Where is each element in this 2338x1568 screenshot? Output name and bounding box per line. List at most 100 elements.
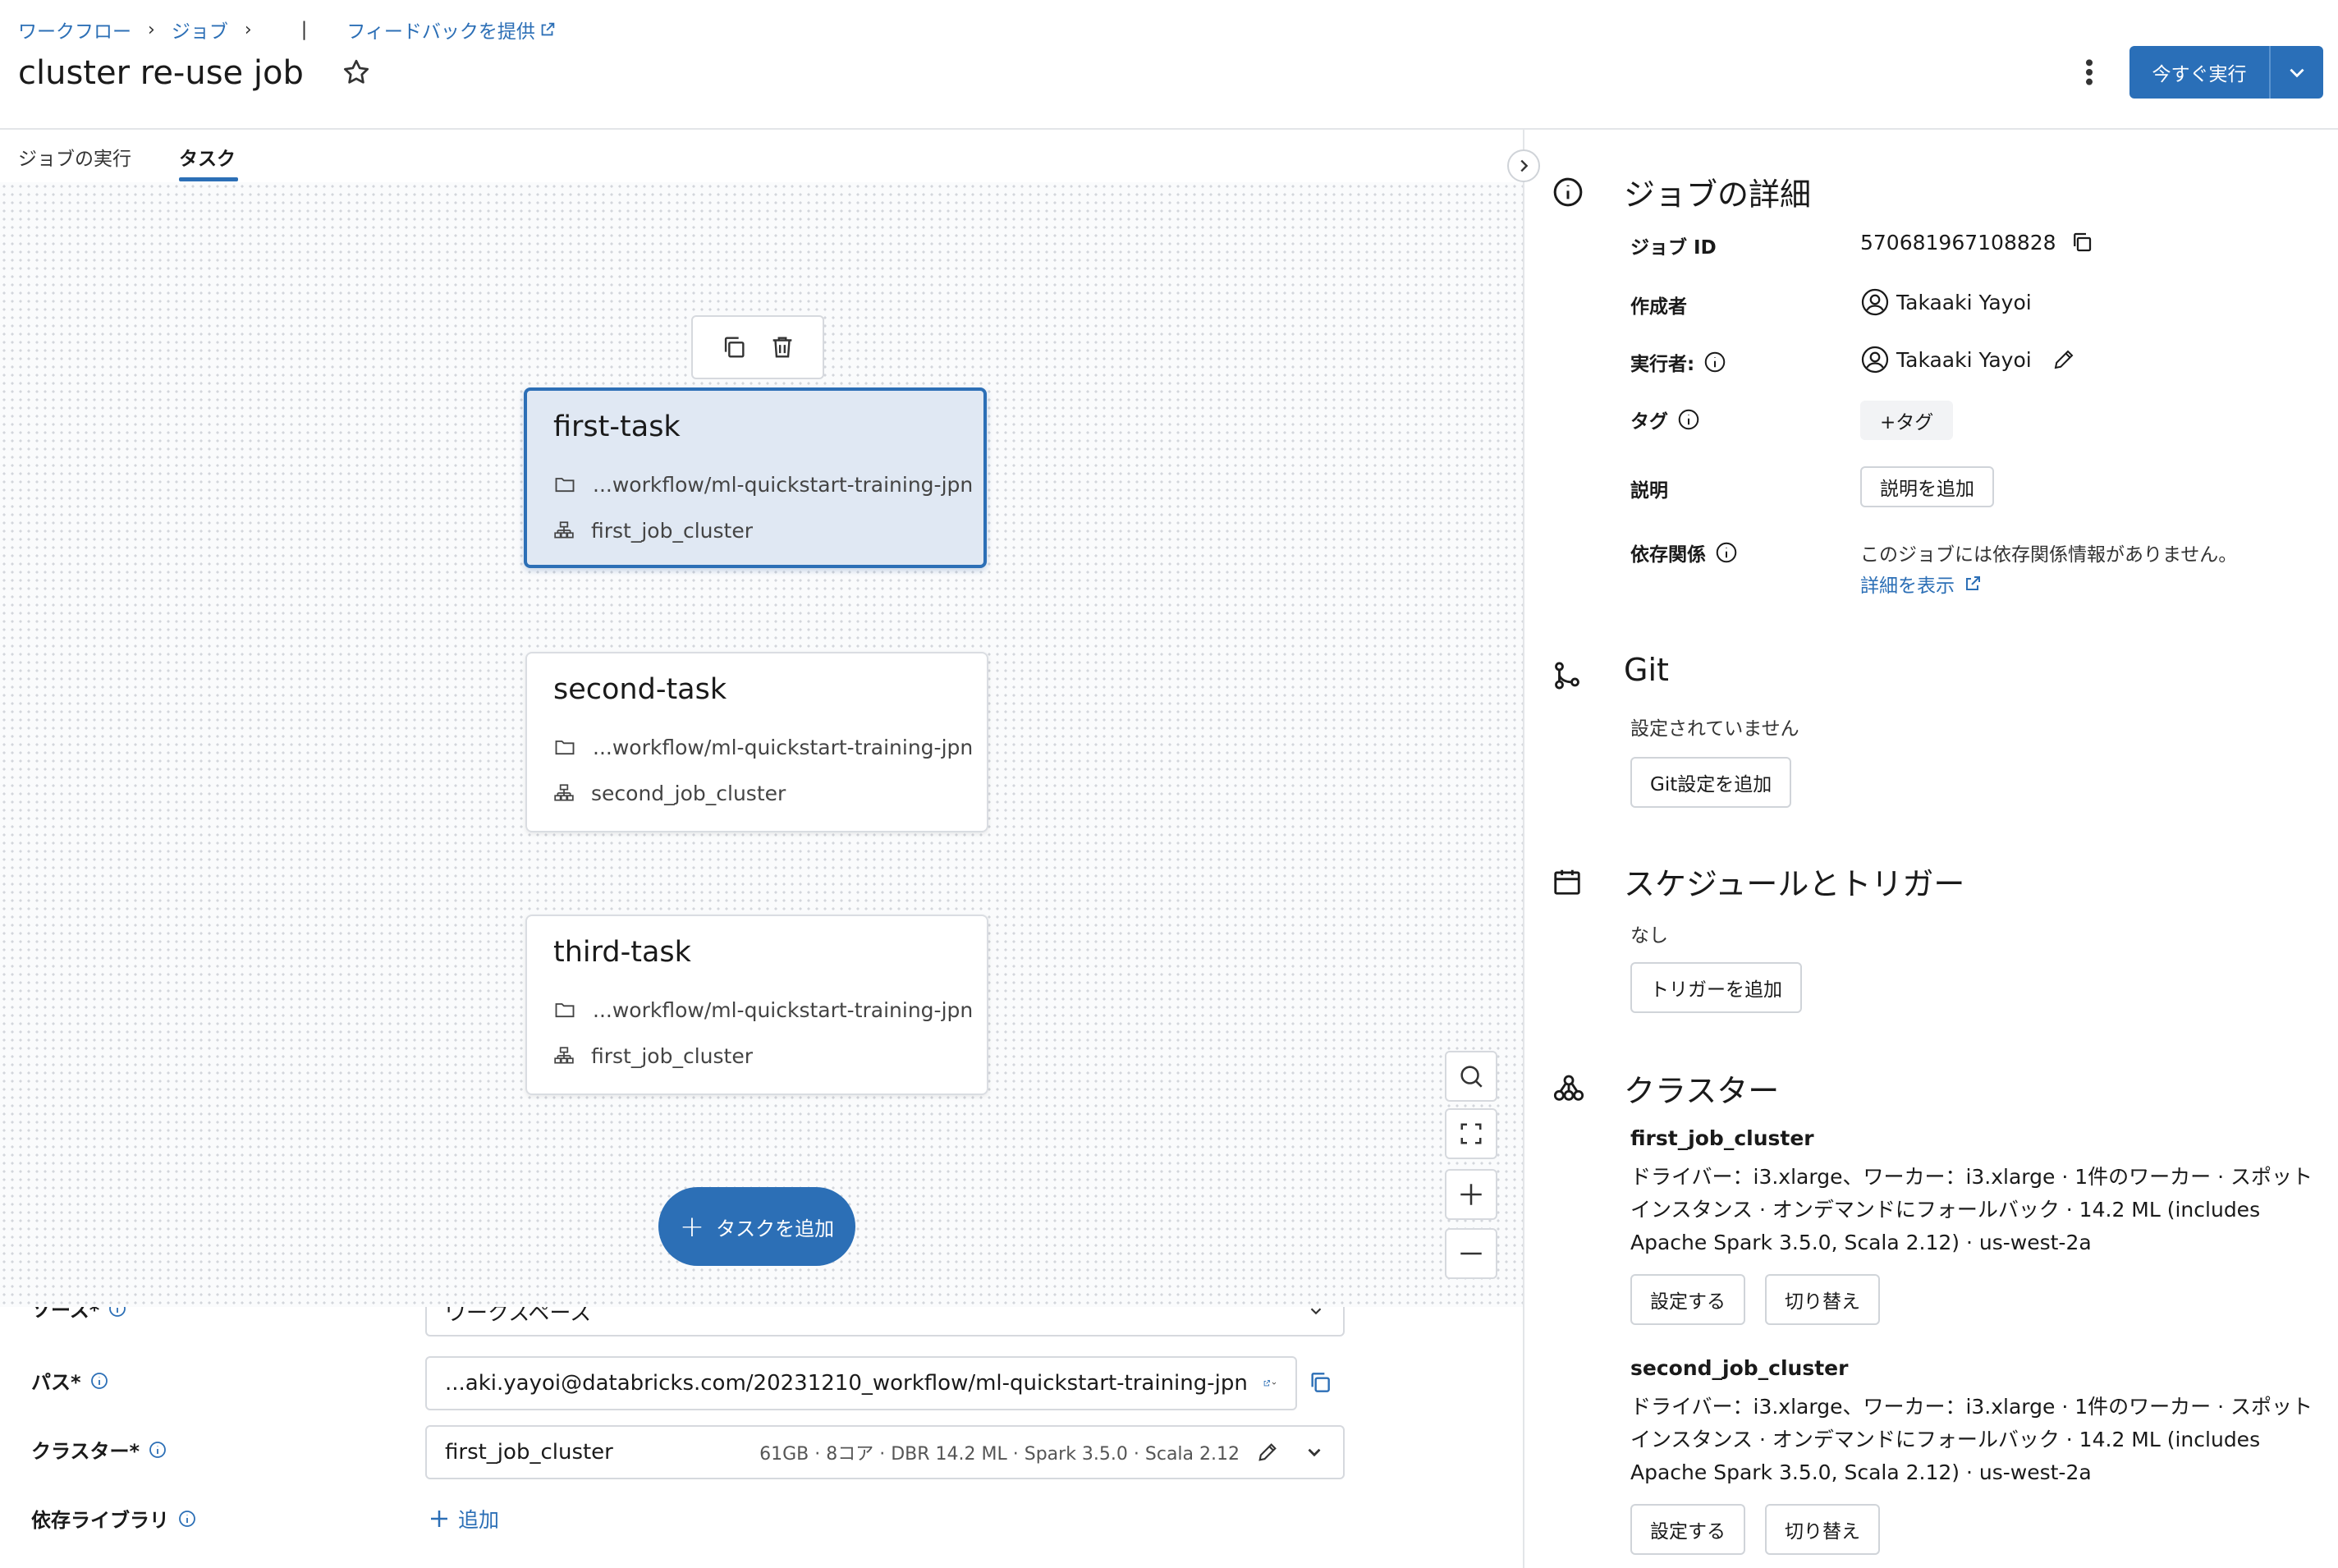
cluster-icon — [1553, 1075, 1584, 1101]
duplicate-icon[interactable] — [720, 333, 748, 361]
creator-label: 作成者 — [1630, 296, 1687, 318]
cluster-icon — [554, 521, 574, 539]
minus-icon — [1460, 1252, 1482, 1255]
swap-cluster-button[interactable]: 切り替え — [1765, 1504, 1880, 1555]
task-cluster: second_job_cluster — [553, 770, 960, 816]
job-id-value: 570681967108828 — [1860, 230, 2101, 254]
search-task-button[interactable] — [1445, 1051, 1497, 1102]
cluster-summary: 61GB · 8コア · DBR 14.2 ML · Spark 3.5.0 ·… — [759, 1444, 1240, 1465]
folder-icon — [555, 740, 575, 755]
task-name: third-task — [553, 936, 691, 969]
task-card-second-task[interactable]: second-task ...workflow/ml-quickstart-tr… — [525, 652, 988, 832]
info-icon[interactable] — [1676, 407, 1701, 432]
add-tag-button[interactable]: +タグ — [1860, 401, 1954, 440]
chevron-right-icon: › — [244, 19, 252, 40]
breadcrumb: ワークフロー › ジョブ › | フィードバックを提供 — [18, 16, 557, 43]
external-link-icon[interactable] — [1263, 1372, 1271, 1395]
copy-icon[interactable] — [2070, 230, 2094, 254]
task-toolbar — [691, 315, 824, 379]
info-icon[interactable] — [89, 1371, 109, 1391]
show-details-link[interactable]: 詳細を表示 — [1860, 570, 1983, 598]
search-icon — [1460, 1066, 1483, 1088]
run-now-button[interactable]: 今すぐ実行 — [2129, 46, 2271, 99]
configure-cluster-button[interactable]: 設定する — [1630, 1504, 1745, 1555]
cluster-description: ドライバー：i3.xlarge、ワーカー：i3.xlarge · 1件のワーカー… — [1630, 1165, 2313, 1254]
task-card-third-task[interactable]: third-task ...workflow/ml-quickstart-tra… — [525, 915, 988, 1095]
schedule-status: なし — [1630, 925, 1668, 947]
page-title: cluster re-use job — [18, 54, 304, 92]
path-label: パス* — [31, 1366, 109, 1395]
info-icon[interactable] — [1714, 540, 1739, 565]
dependencies-text: このジョブには依存関係情報がありません。 — [1860, 544, 2238, 566]
chevron-right-icon — [1520, 159, 1529, 172]
star-icon[interactable] — [342, 57, 371, 87]
info-icon[interactable] — [177, 1509, 197, 1529]
pencil-icon[interactable] — [2051, 347, 2076, 372]
external-link-icon — [1966, 576, 1980, 590]
pencil-icon[interactable] — [1256, 1441, 1279, 1464]
plus-icon — [431, 1511, 447, 1527]
breadcrumb-workflows-link[interactable]: ワークフロー — [18, 16, 131, 44]
add-description-button[interactable]: 説明を追加 — [1860, 466, 1994, 507]
dependencies-label: 依存関係 — [1630, 539, 1739, 566]
cluster-description: ドライバー：i3.xlarge、ワーカー：i3.xlarge · 1件のワーカー… — [1630, 1395, 2313, 1484]
chevron-down-icon — [2290, 68, 2304, 78]
job-id-label: ジョブ ID — [1630, 237, 1717, 259]
info-icon[interactable] — [1703, 350, 1727, 374]
task-cluster: first_job_cluster — [553, 507, 957, 553]
header-divider — [0, 128, 2338, 130]
cluster-icon — [554, 784, 574, 801]
kebab-menu-icon[interactable] — [2077, 56, 2102, 89]
plus-icon: + — [679, 1209, 705, 1244]
cluster-label: クラスター* — [31, 1435, 167, 1464]
collapse-panel-button[interactable] — [1507, 149, 1540, 182]
calendar-icon — [1554, 869, 1580, 895]
feedback-link[interactable]: フィードバックを提供 — [346, 16, 535, 44]
task-path: ...workflow/ml-quickstart-training-jpn — [553, 724, 973, 770]
tab-job-runs[interactable]: ジョブの実行 — [18, 143, 131, 171]
user-avatar-icon — [1861, 346, 1889, 374]
run-as-value: Takaaki Yayoi — [1860, 345, 2083, 374]
fit-view-icon — [1460, 1123, 1482, 1144]
git-title: Git — [1624, 652, 1669, 688]
tags-label: タグ — [1630, 406, 1701, 433]
zoom-in-button[interactable] — [1445, 1169, 1497, 1220]
user-avatar-icon — [1861, 288, 1889, 316]
add-git-settings-button[interactable]: Git設定を追加 — [1630, 757, 1792, 808]
clusters-title: クラスター — [1624, 1073, 1780, 1109]
trash-icon[interactable] — [768, 333, 796, 361]
tab-tasks[interactable]: タスク — [179, 143, 236, 171]
task-cluster: first_job_cluster — [553, 1033, 960, 1079]
dependent-libraries-label: 依存ライブラリ — [31, 1504, 197, 1533]
folder-icon — [555, 1003, 575, 1018]
chevron-down-icon — [1308, 1448, 1321, 1457]
add-task-button[interactable]: + タスクを追加 — [658, 1187, 855, 1266]
chevron-down-icon — [1272, 1382, 1277, 1385]
breadcrumb-jobs-link[interactable]: ジョブ — [172, 16, 228, 44]
task-path: ...workflow/ml-quickstart-training-jpn — [553, 461, 973, 507]
external-link-icon — [541, 22, 555, 36]
plus-icon — [1460, 1184, 1482, 1205]
active-tab-indicator — [179, 177, 238, 181]
breadcrumb-divider: | — [300, 19, 308, 40]
run-as-label: 実行者: — [1630, 348, 1727, 376]
fit-view-button[interactable] — [1445, 1108, 1497, 1159]
git-status: 設定されていません — [1630, 718, 1799, 740]
path-select[interactable]: ...aki.yayoi@databricks.com/20231210_wor… — [425, 1356, 1297, 1410]
run-now-button-group: 今すぐ実行 — [2129, 46, 2323, 99]
task-card-first-task[interactable]: first-task ...workflow/ml-quickstart-tra… — [524, 387, 987, 568]
configure-cluster-button[interactable]: 設定する — [1630, 1274, 1745, 1325]
cluster-name: second_job_cluster — [1630, 1356, 1849, 1380]
zoom-out-button[interactable] — [1445, 1228, 1497, 1279]
description-label: 説明 — [1630, 480, 1668, 502]
cluster-select[interactable]: first_job_cluster 61GB · 8コア · DBR 14.2 … — [425, 1425, 1345, 1479]
creator-value: Takaaki Yayoi — [1860, 287, 2032, 317]
git-icon — [1555, 662, 1579, 690]
copy-path-icon[interactable] — [1307, 1369, 1333, 1396]
add-trigger-button[interactable]: トリガーを追加 — [1630, 962, 1802, 1013]
add-library-button[interactable]: 追加 — [427, 1504, 499, 1534]
run-options-dropdown-button[interactable] — [2271, 46, 2323, 99]
swap-cluster-button[interactable]: 切り替え — [1765, 1274, 1880, 1325]
info-icon[interactable] — [148, 1440, 167, 1460]
job-details-title: ジョブの詳細 — [1624, 177, 1812, 213]
